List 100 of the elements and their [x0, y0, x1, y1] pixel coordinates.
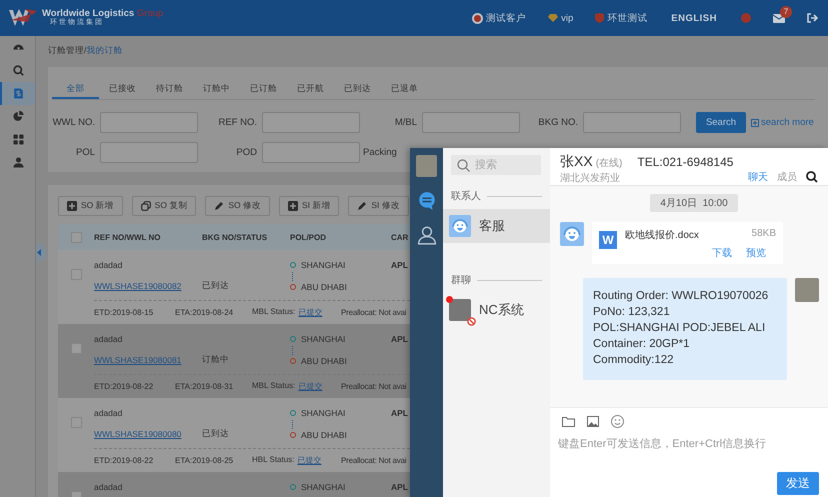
- unread-badge: 7: [780, 6, 792, 18]
- preallocation-text: Preallocat: Not avai: [341, 456, 406, 465]
- message-bubble: Routing Order: WWLRO19070026 PoNo: 123,321 POL:SHANGHAI POD:JEBEL ALI Container: 20GP*1 Commodity:122: [583, 278, 787, 380]
- contact-item[interactable]: 客服: [443, 209, 550, 243]
- plus-icon: [67, 201, 77, 211]
- etd-date: ETD:2019-08-22: [94, 382, 154, 391]
- origin-marker-icon: [290, 410, 296, 416]
- route-line: [292, 346, 293, 355]
- diamond-icon: [548, 14, 558, 22]
- send-button[interactable]: 发送: [777, 472, 819, 495]
- breadcrumb-current: 我的订舱: [86, 45, 122, 57]
- order-link[interactable]: WWLSHASE19080080: [94, 429, 182, 439]
- destination-marker-icon: [290, 432, 296, 438]
- photo-placeholder: [795, 278, 819, 302]
- search-more-link[interactable]: search more: [751, 117, 821, 128]
- table-row[interactable]: adadad SHANGHAI APL: [58, 472, 410, 497]
- plus-icon: [288, 201, 298, 211]
- eta-date: ETA:2019-08-24: [175, 308, 234, 317]
- status-tab[interactable]: 已退单: [381, 80, 428, 99]
- text-input[interactable]: [100, 142, 198, 163]
- chat-tab[interactable]: 聊天: [748, 170, 768, 184]
- collapse-handle[interactable]: [37, 243, 46, 262]
- status-tab[interactable]: 已到达: [334, 80, 381, 99]
- user-icon: [12, 156, 25, 169]
- chat-tab[interactable]: 成员: [777, 170, 797, 184]
- status-tab[interactable]: 全部: [52, 80, 99, 99]
- image-icon[interactable]: [587, 416, 599, 426]
- text-input[interactable]: [100, 112, 198, 133]
- breadcrumb-parent[interactable]: 订舱管理/: [48, 45, 86, 57]
- text-input[interactable]: [262, 112, 360, 133]
- headset-avatar-icon: [449, 215, 471, 237]
- copy-icon: [140, 201, 151, 211]
- pencil-icon: [214, 201, 224, 211]
- status-tab[interactable]: 已订舱: [240, 80, 287, 99]
- checkbox[interactable]: [70, 232, 82, 242]
- logout-icon[interactable]: [807, 13, 818, 23]
- search-field[interactable]: 搜索: [451, 155, 541, 175]
- folder-icon[interactable]: [562, 416, 575, 426]
- contact-item[interactable]: NC系统: [443, 293, 550, 327]
- company-name[interactable]: 环世测试: [607, 12, 648, 24]
- smiley-icon[interactable]: [611, 414, 624, 428]
- toolbar-button[interactable]: SO 复制: [132, 196, 196, 216]
- file-name: 欧地线报价.docx: [625, 228, 700, 243]
- status-label: HBL Status:: [252, 455, 294, 466]
- table-row[interactable]: adadad SHANGHAI ABU DHABI APL WWLSHASE19080082 已到达 ETD:2019-08-15 ETA:2019-08-24 MBL Status: 已提交 Preallocat: Not avai: [58, 250, 410, 324]
- carrier-name: APL: [391, 407, 409, 418]
- status-link[interactable]: 已提交: [298, 307, 322, 318]
- field-label: POD: [235, 147, 257, 158]
- port-name: ABU DHABI: [301, 430, 347, 440]
- order-link[interactable]: WWLSHASE19080081: [94, 355, 182, 365]
- search-button[interactable]: Search: [696, 112, 746, 133]
- order-link[interactable]: WWLSHASE19080082: [94, 281, 182, 291]
- contact-name: 张XX: [560, 153, 593, 171]
- search-icon[interactable]: [806, 171, 818, 183]
- column-header: BKG NO/STATUS: [202, 232, 268, 242]
- status-tab[interactable]: 订舱中: [193, 80, 240, 99]
- file-action-link[interactable]: 下载: [712, 246, 732, 258]
- status-label: MBL Status:: [252, 381, 296, 392]
- chat-bubble-icon[interactable]: [416, 191, 436, 211]
- notice-icon[interactable]: [741, 13, 751, 23]
- user-name[interactable]: 测试客户: [486, 12, 526, 24]
- membership-label: vip: [561, 12, 574, 24]
- toolbar-button[interactable]: SO 修改: [205, 196, 270, 216]
- status-link[interactable]: 已提交: [297, 455, 322, 466]
- field-label: M/BL: [394, 117, 417, 128]
- status-link[interactable]: 已提交: [298, 381, 322, 392]
- status-tab[interactable]: 已接收: [99, 80, 146, 99]
- field-label: BKG NO.: [537, 117, 578, 128]
- sidebar-item[interactable]: [0, 82, 35, 105]
- person-icon[interactable]: [416, 225, 436, 245]
- contact-phone: TEL:021-6948145: [637, 155, 734, 169]
- row-checkbox[interactable]: [70, 342, 82, 354]
- file-action-link[interactable]: 预览: [746, 246, 766, 258]
- ref-number: adadad: [94, 481, 124, 492]
- toolbar-button[interactable]: SO 新增: [58, 196, 123, 216]
- column-header: POL/POD: [290, 232, 328, 242]
- ref-number: adadad: [94, 259, 124, 270]
- origin-marker-icon: [290, 336, 296, 342]
- table-row[interactable]: adadad SHANGHAI ABU DHABI APL WWLSHASE19080080 已到达 ETD:2019-08-22 ETA:2019-08-25 HBL Status: 已提交 Preallocat: Not avai: [58, 398, 410, 472]
- text-input[interactable]: [262, 142, 360, 163]
- grid-icon: [12, 133, 25, 146]
- search-icon: [12, 64, 25, 77]
- toolbar-button[interactable]: SI 修改: [348, 196, 409, 216]
- status-tab[interactable]: 待订舱: [146, 80, 193, 99]
- group-avatar: [449, 299, 471, 321]
- text-input[interactable]: [422, 112, 520, 133]
- carrier-name: APL: [391, 259, 409, 270]
- ref-number: adadad: [94, 333, 124, 344]
- port-name: ABU DHABI: [301, 282, 347, 292]
- language-link[interactable]: ENGLISH: [671, 12, 717, 24]
- shield-icon: [595, 13, 604, 23]
- origin-marker-icon: [290, 484, 296, 490]
- table-row[interactable]: adadad SHANGHAI ABU DHABI APL WWLSHASE19080081 订舱中 ETD:2019-08-22 ETA:2019-08-31 MBL Status: 已提交 Preallocat: Not avai: [58, 324, 410, 398]
- toolbar-button[interactable]: SI 新增: [278, 196, 340, 216]
- word-file-icon: W: [599, 231, 617, 249]
- status-tab[interactable]: 已开航: [287, 80, 334, 99]
- headset-avatar-icon: [560, 222, 584, 246]
- text-input[interactable]: [583, 112, 681, 133]
- port-name: SHANGHAI: [301, 408, 346, 418]
- order-status: 已到达: [202, 428, 230, 440]
